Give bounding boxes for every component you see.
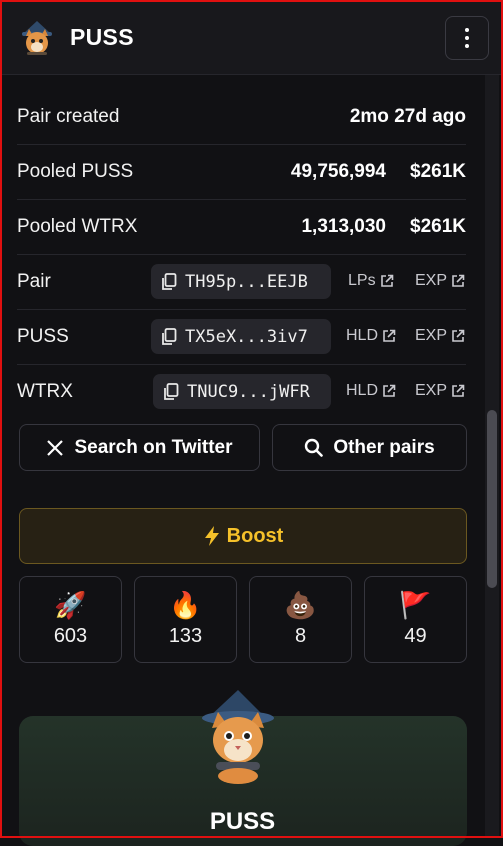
token-logo [202,690,274,784]
wtrx-hld-link[interactable]: HLD [346,382,396,400]
external-link-icon [452,329,465,342]
puss-address: TX5eX...3iv7 [185,326,308,347]
top-bar: PUSS [2,2,501,75]
scrollbar-thumb[interactable] [487,410,497,588]
puss-hld-link[interactable]: HLD [346,327,396,345]
wtrx-exp-link[interactable]: EXP [415,382,465,400]
more-vertical-icon-dot [465,36,469,40]
wtrx-exp-link-label: EXP [415,382,448,399]
page-title: PUSS [70,24,134,50]
search-icon [305,438,324,457]
pair-created-value: 2mo 27d ago [349,105,466,127]
copy-icon [162,327,177,345]
puss-address-copy-button[interactable]: TX5eX...3iv7 [151,319,331,354]
reaction-fire-count: 133 [168,625,203,647]
pooled-wtrx-usd: $261K [410,215,466,237]
search-twitter-button[interactable]: Search on Twitter [19,424,260,471]
puss-hld-link-label: HLD [346,327,379,344]
puss-exp-link-label: EXP [415,327,448,344]
puss-token-label: PUSS [17,325,69,347]
pair-address: TH95p...EEJB [185,271,308,292]
pooled-wtrx-amount: 1,313,030 [301,215,386,237]
pooled-puss-usd: $261K [410,160,466,182]
reaction-rocket-button[interactable]: 🚀 603 [19,576,122,663]
lightning-icon [204,526,219,546]
reaction-red-flag-button[interactable]: 🚩 49 [364,576,467,663]
search-twitter-label: Search on Twitter [74,436,233,458]
pooled-puss-label: Pooled PUSS [17,160,134,182]
external-link-icon [452,274,465,287]
puss-exp-link[interactable]: EXP [415,327,465,345]
wtrx-address-copy-button[interactable]: TNUC9...jWFR [153,374,331,409]
more-vertical-icon [465,28,469,32]
reaction-poop-button[interactable]: 💩 8 [249,576,352,663]
reaction-red-flag-count: 49 [404,625,427,647]
poop-icon: 💩 [284,590,317,620]
pair-address-copy-button[interactable]: TH95p...EEJB [151,264,331,299]
rocket-icon: 🚀 [54,590,87,620]
fire-icon: 🔥 [169,590,202,620]
reaction-poop-count: 8 [294,625,307,647]
reaction-fire-button[interactable]: 🔥 133 [134,576,237,663]
pair-exp-link[interactable]: EXP [415,272,465,290]
more-menu-button[interactable] [445,16,489,60]
external-link-icon [383,329,396,342]
wtrx-token-label: WTRX [17,380,73,402]
wtrx-hld-link-label: HLD [346,382,379,399]
copy-icon [162,272,177,290]
boost-label: Boost [226,524,284,547]
x-logo-icon [47,439,64,456]
reaction-rocket-count: 603 [53,625,88,647]
red-flag-icon: 🚩 [399,590,432,620]
boost-button[interactable]: Boost [19,508,467,564]
pooled-puss-row: Pooled PUSS 49,756,994 $261K [17,144,466,200]
more-vertical-icon-dot [465,44,469,48]
pair-created-row: Pair created 2mo 27d ago [17,89,466,145]
pair-label: Pair [17,270,51,292]
external-link-icon [452,384,465,397]
pooled-wtrx-row: Pooled WTRX 1,313,030 $261K [17,199,466,255]
pooled-wtrx-label: Pooled WTRX [17,215,138,237]
token-card-title: PUSS [209,808,276,835]
external-link-icon [380,274,393,287]
pair-created-label: Pair created [17,105,120,127]
pair-exp-link-label: EXP [415,272,448,289]
token-avatar [22,21,52,55]
other-pairs-button[interactable]: Other pairs [272,424,467,471]
external-link-icon [383,384,396,397]
other-pairs-label: Other pairs [333,436,435,458]
pooled-puss-amount: 49,756,994 [290,160,386,182]
wtrx-address: TNUC9...jWFR [187,381,310,402]
pair-lps-link[interactable]: LPs [348,272,394,290]
pair-lps-link-label: LPs [348,272,376,289]
copy-icon [164,382,179,400]
